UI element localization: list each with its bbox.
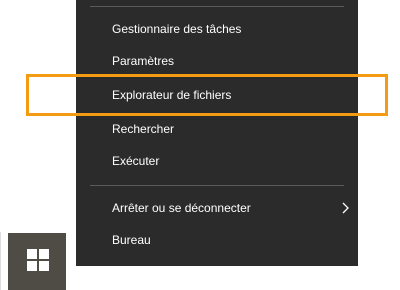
menu-separator-middle <box>90 185 344 186</box>
start-button[interactable] <box>8 233 66 290</box>
menu-item-desktop[interactable]: Bureau <box>76 226 358 254</box>
menu-item-search[interactable]: Rechercher <box>76 115 358 143</box>
menu-item-run[interactable]: Exécuter <box>76 147 358 175</box>
winx-context-menu: Gestionnaire des tâches Paramètres Explo… <box>76 0 358 266</box>
menu-item-label: Paramètres <box>112 54 175 68</box>
menu-item-label: Bureau <box>112 233 151 247</box>
menu-item-label: Rechercher <box>112 122 175 136</box>
chevron-right-icon <box>342 202 349 214</box>
menu-item-shutdown-signout[interactable]: Arrêter ou se déconnecter <box>76 194 358 222</box>
menu-item-file-explorer[interactable]: Explorateur de fichiers <box>76 81 358 109</box>
menu-item-settings[interactable]: Paramètres <box>76 47 358 75</box>
menu-item-label: Gestionnaire des tâches <box>112 22 242 36</box>
windows-logo-icon <box>27 249 49 271</box>
menu-item-label: Explorateur de fichiers <box>112 88 232 102</box>
menu-separator-top <box>90 6 344 7</box>
menu-item-task-manager[interactable]: Gestionnaire des tâches <box>76 15 358 43</box>
menu-item-label: Exécuter <box>112 154 160 168</box>
menu-item-label: Arrêter ou se déconnecter <box>112 201 251 215</box>
